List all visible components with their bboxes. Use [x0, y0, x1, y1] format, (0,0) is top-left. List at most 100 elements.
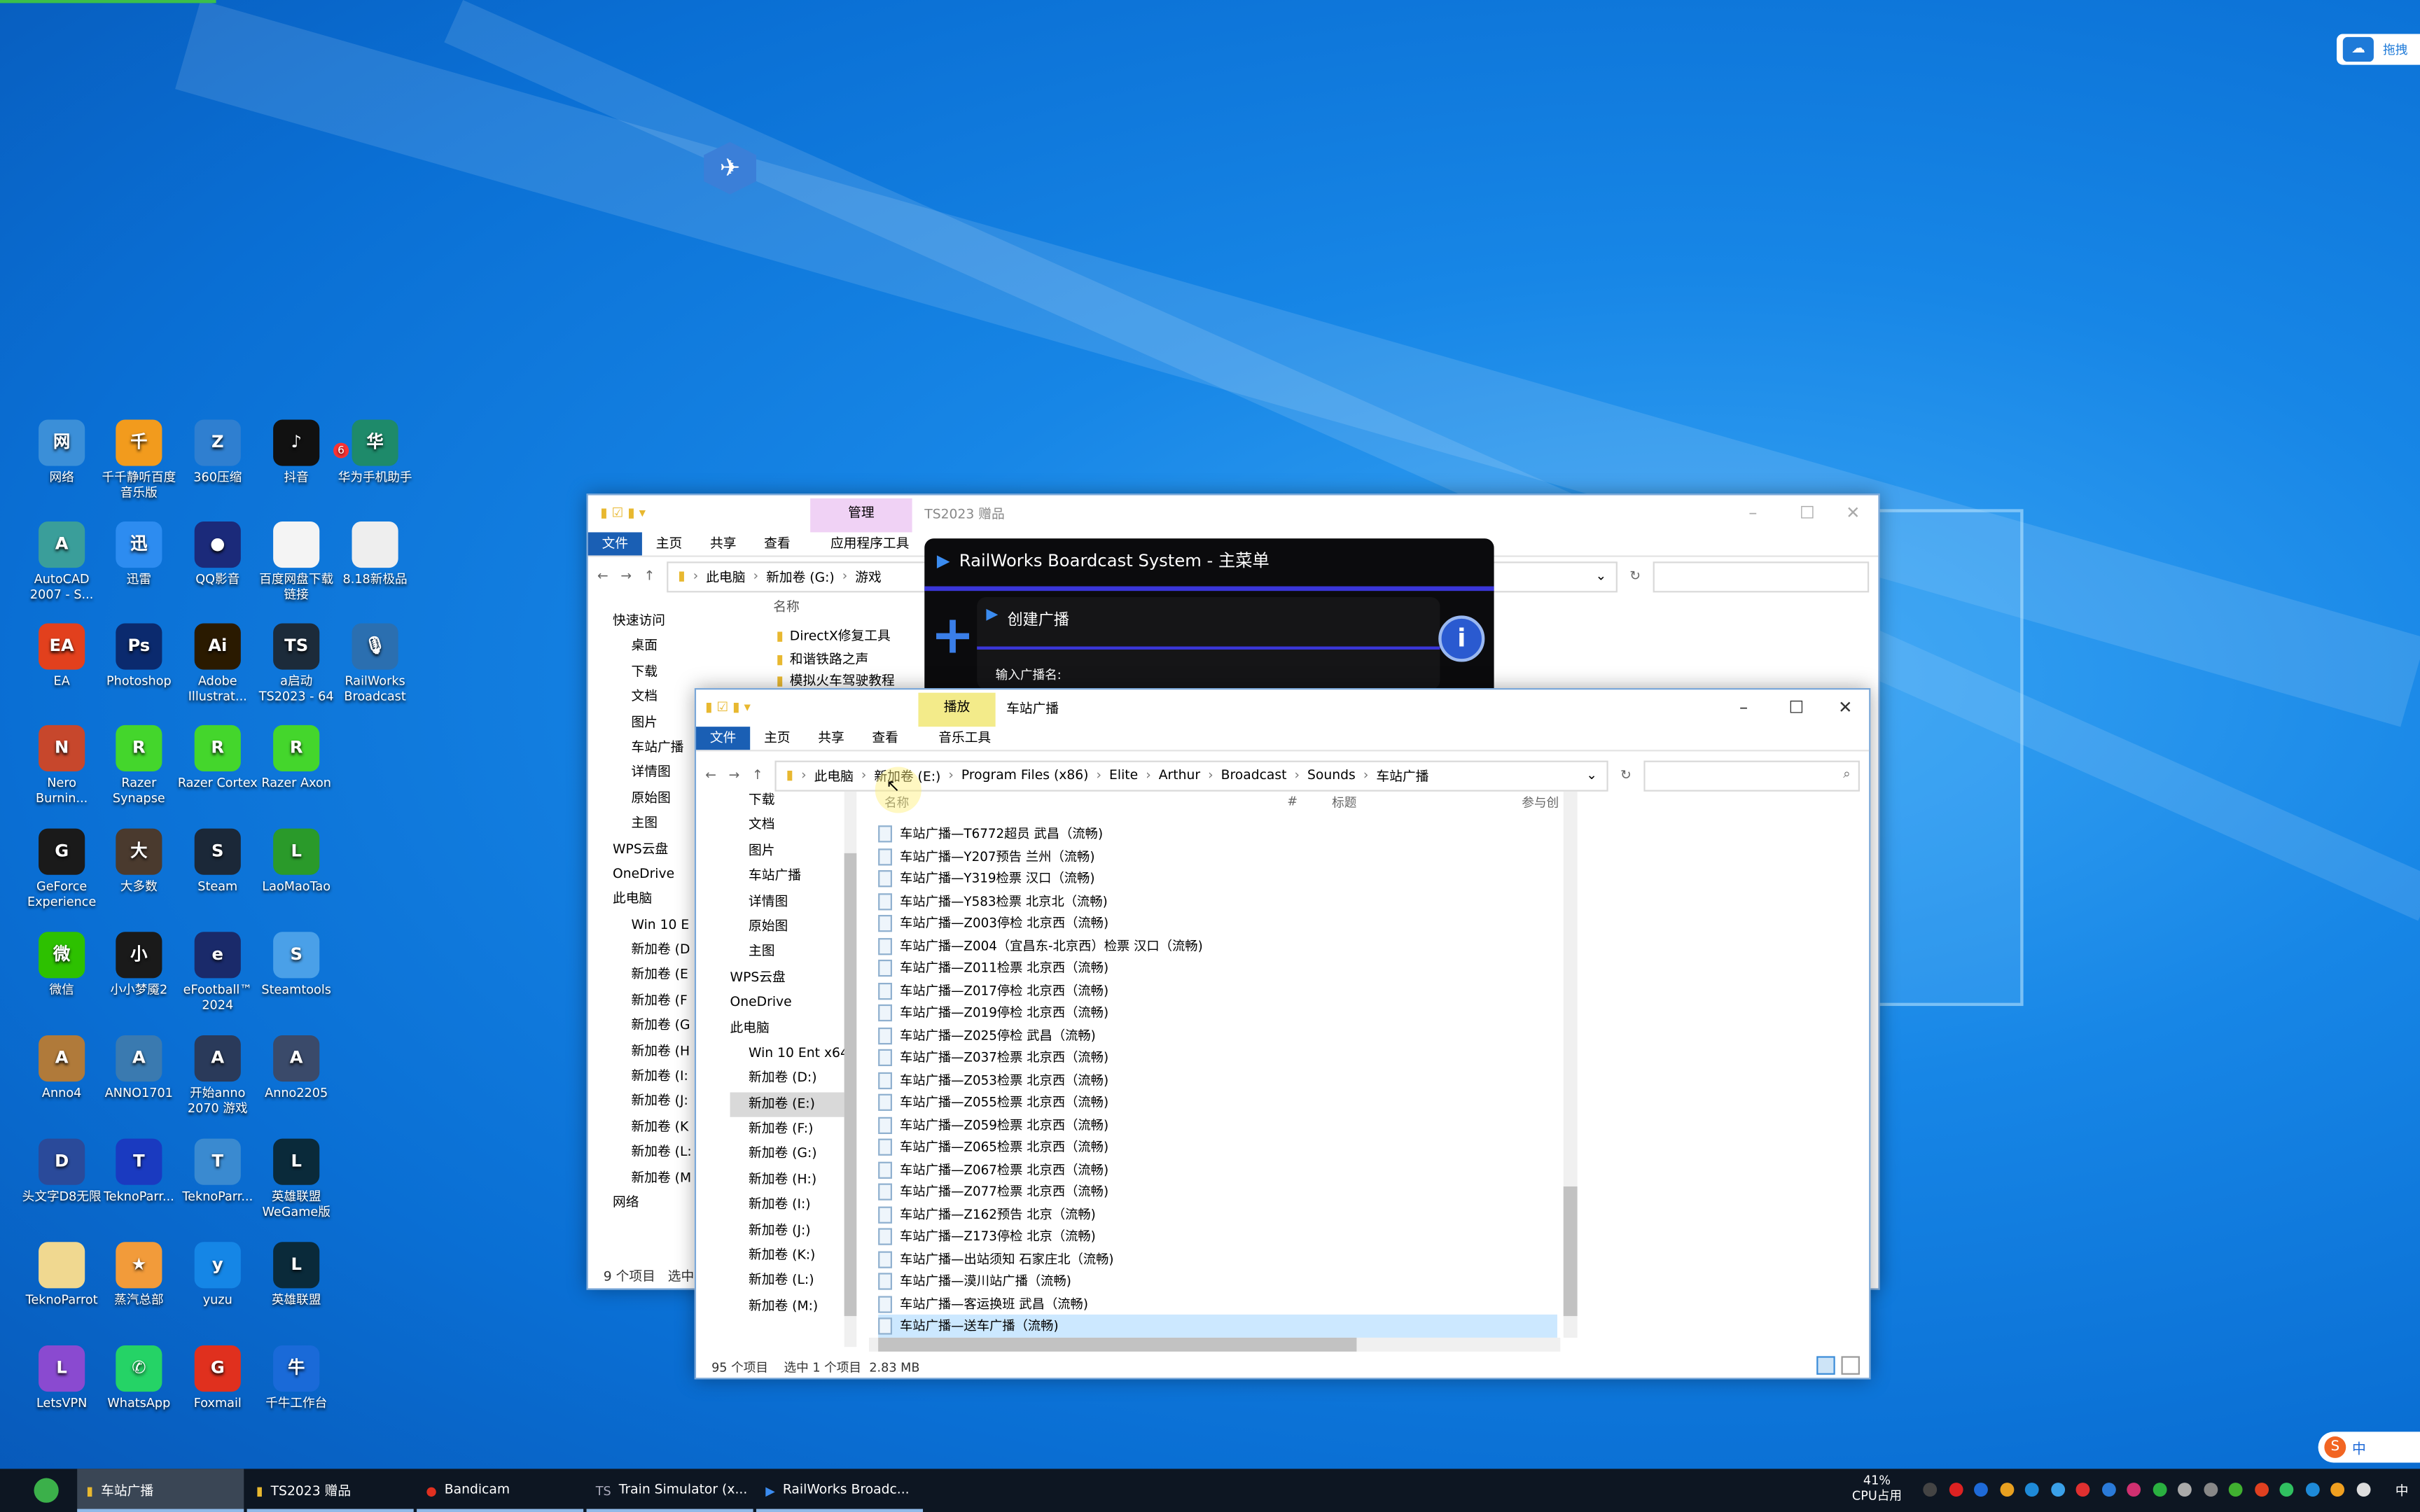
desktop-icon[interactable]: A Anno4	[22, 1035, 102, 1101]
input-method-indicator[interactable]: 中	[2395, 1481, 2409, 1499]
breadcrumb-item[interactable]: Arthur	[1159, 769, 1200, 784]
file-row[interactable]: 车站广播—Z173停检 北京（流畅)	[878, 1225, 1557, 1247]
desktop-icon[interactable]: A ANNO1701	[99, 1035, 179, 1101]
large-icons-view-icon[interactable]	[1841, 1356, 1860, 1375]
minimize-button[interactable]: –	[1748, 503, 1757, 524]
desktop-icon[interactable]: N Nero Burnin...	[22, 724, 102, 806]
chevron-down-icon[interactable]: ⌄	[1595, 569, 1606, 584]
nav-item[interactable]: 新加卷 (I:	[604, 1065, 692, 1090]
breadcrumb-item[interactable]: Elite	[1109, 769, 1138, 784]
desktop-icon[interactable]: y yuzu	[177, 1242, 258, 1308]
desktop-icon[interactable]: A 开始anno 2070 游戏	[177, 1035, 258, 1116]
ribbon-tab[interactable]: 查看	[858, 727, 912, 750]
desktop-icon[interactable]: L 英雄联盟	[256, 1242, 337, 1308]
nav-item[interactable]: 下载	[604, 660, 692, 685]
tray-icon[interactable]	[2152, 1483, 2167, 1497]
nav-item[interactable]: 新加卷 (F:)	[730, 1117, 844, 1142]
desktop-icon[interactable]: L LaoMaoTao	[256, 828, 337, 895]
file-row[interactable]: 车站广播—Z017停检 北京西（流畅)	[878, 979, 1557, 1002]
desktop-icon[interactable]: 网网络	[22, 419, 102, 486]
tray-icon[interactable]	[2330, 1483, 2345, 1497]
file-row[interactable]: 车站广播—Z065检票 北京西（流畅)	[878, 1135, 1557, 1158]
nav-item[interactable]: 主图	[604, 812, 692, 837]
list-horizontal-scrollbar[interactable]	[868, 1337, 1561, 1352]
nav-item[interactable]: 原始图	[730, 915, 844, 940]
desktop-icon[interactable]: 牛千牛工作台	[256, 1345, 337, 1411]
file-row[interactable]: 车站广播—Y207预告 兰州（流畅)	[878, 845, 1557, 867]
ribbon-tab[interactable]: 文件	[587, 532, 642, 556]
nav-item[interactable]: 新加卷 (E:)	[730, 1091, 844, 1117]
nav-item[interactable]: 新加卷 (I:)	[730, 1193, 844, 1218]
file-row[interactable]: 车站广播—出站须知 石家庄北（流畅)	[878, 1247, 1557, 1270]
desktop-icon[interactable]: L LetsVPN	[22, 1345, 102, 1411]
file-row[interactable]: 车站广播—Z025停检 武昌（流畅)	[878, 1023, 1557, 1046]
nav-item[interactable]: 详情图	[730, 890, 844, 915]
desktop-icon[interactable]: A Anno2205	[256, 1035, 337, 1101]
desktop-icon[interactable]: TeknoParrot	[22, 1242, 102, 1308]
desktop-icon[interactable]: 华华为手机助手	[335, 419, 415, 486]
file-row[interactable]: 车站广播—Z011检票 北京西（流畅)	[878, 957, 1557, 979]
tray-icon[interactable]	[1999, 1483, 2014, 1497]
file-row[interactable]: 车站广播—Y583检票 北京北（流畅)	[878, 890, 1557, 912]
nav-item[interactable]: 主图	[730, 940, 844, 965]
add-icon[interactable]: +	[931, 610, 975, 662]
file-row[interactable]: 车站广播—Z055检票 北京西（流畅)	[878, 1091, 1557, 1113]
ime-toolbar[interactable]: S中	[2318, 1432, 2420, 1463]
desktop-icon[interactable]: ♪ 6 抖音	[256, 419, 349, 486]
ribbon-tab[interactable]: 主页	[750, 727, 804, 750]
ribbon-tab[interactable]: 应用程序工具	[816, 532, 923, 555]
desktop-icon[interactable]: ✆ WhatsApp	[99, 1345, 179, 1411]
nav-scrollbar[interactable]	[844, 791, 857, 1348]
desktop-icon[interactable]: 8.18新极品	[335, 521, 415, 587]
nav-item[interactable]: 新加卷 (K:)	[730, 1244, 844, 1269]
desktop-icon[interactable]: G GeForce Experience	[22, 828, 102, 909]
nav-item[interactable]: 此电脑	[730, 1016, 844, 1041]
tray-icon[interactable]	[2228, 1483, 2243, 1497]
ribbon-tab[interactable]: 主页	[642, 532, 696, 555]
nav-item[interactable]: 图片	[730, 839, 844, 864]
nav-item[interactable]: 桌面	[604, 635, 692, 660]
nav-item[interactable]: 新加卷 (D	[604, 938, 692, 963]
maximize-button[interactable]: ☐	[1800, 503, 1815, 524]
desktop-icon[interactable]: G Foxmail	[177, 1345, 258, 1411]
file-row[interactable]: 车站广播—Z053检票 北京西（流畅)	[878, 1068, 1557, 1091]
column-header-title[interactable]: 标题	[1332, 794, 1356, 811]
tray-icon[interactable]	[1923, 1483, 1938, 1497]
file-row[interactable]: 车站广播—Z162预告 北京（流畅)	[878, 1203, 1557, 1225]
desktop-icon[interactable]: A AutoCAD 2007 - S...	[22, 521, 102, 602]
file-row[interactable]: 车站广播—Z059检票 北京西（流畅)	[878, 1113, 1557, 1135]
file-row[interactable]: 车站广播—Z037检票 北京西（流畅)	[878, 1046, 1557, 1068]
desktop-icon[interactable]: 百度网盘下载链接	[256, 521, 337, 602]
desktop-icon[interactable]: S Steam	[177, 828, 258, 895]
taskbar-item[interactable]: TS Train Simulator (x...	[586, 1469, 753, 1512]
breadcrumb-item[interactable]: 此电脑	[814, 766, 854, 785]
nav-item[interactable]: 新加卷 (M:)	[730, 1294, 844, 1320]
breadcrumb-item[interactable]: Broadcast	[1221, 769, 1287, 784]
file-row[interactable]: 车站广播—漠川站广播（流畅)	[878, 1270, 1557, 1292]
tray-icon[interactable]	[2050, 1483, 2064, 1497]
nav-item[interactable]: Win 10 Ent x64	[730, 1042, 849, 1067]
desktop-icon[interactable]: e eFootball™ 2024	[177, 932, 258, 1012]
close-button[interactable]: ✕	[1838, 697, 1852, 718]
ribbon-tab[interactable]: 音乐工具	[924, 727, 1005, 750]
close-button[interactable]: ✕	[1846, 503, 1860, 524]
refresh-icon[interactable]: ↻	[1629, 569, 1641, 584]
tray-icon[interactable]	[2279, 1483, 2294, 1497]
quick-access-toolbar-icon[interactable]: ▮ ☑ ▮ ▾	[600, 506, 646, 522]
file-row[interactable]: 车站广播—Z019停检 北京西（流畅)	[878, 1001, 1557, 1023]
file-row[interactable]: 车站广播—Z067检票 北京西（流畅)	[878, 1158, 1557, 1180]
maximize-button[interactable]: ☐	[1789, 697, 1804, 718]
file-row[interactable]: ▮ DirectX修复工具	[777, 626, 895, 649]
quick-access-toolbar-icon[interactable]: ▮ ☑ ▮ ▾	[705, 701, 751, 716]
nav-item[interactable]: 新加卷 (G	[604, 1014, 692, 1040]
desktop-icon[interactable]: T TeknoParr...	[99, 1138, 179, 1205]
taskbar-item[interactable]: ▶ RailWorks Broadc...	[756, 1469, 924, 1512]
ribbon-tab[interactable]: 查看	[750, 532, 804, 555]
back-arrow-icon[interactable]: ←	[705, 769, 716, 784]
create-panel[interactable]: ▶ 创建广播 输入广播名:	[977, 596, 1440, 690]
list-vertical-scrollbar[interactable]	[1563, 791, 1578, 1338]
file-row[interactable]: 车站广播—客运换班 武昌（流畅)	[878, 1292, 1557, 1315]
desktop-icon[interactable]: L 英雄联盟 WeGame版	[256, 1138, 337, 1219]
nav-item[interactable]: 新加卷 (L:)	[730, 1269, 844, 1294]
forward-arrow-icon[interactable]: →	[729, 769, 740, 784]
